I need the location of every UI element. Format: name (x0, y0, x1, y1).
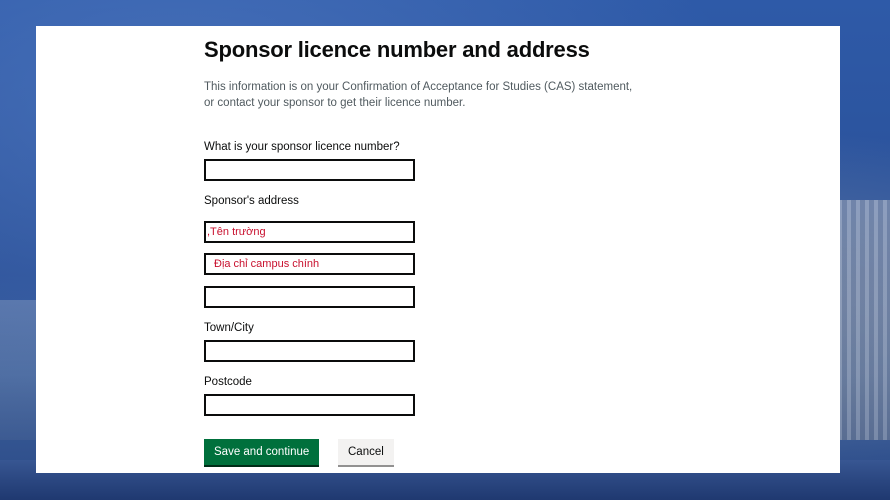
background-building (838, 200, 890, 440)
postcode-input[interactable] (204, 394, 415, 416)
licence-number-label: What is your sponsor licence number? (204, 141, 400, 153)
page-title: Sponsor licence number and address (204, 37, 590, 62)
address-line-1-input[interactable]: ,Tên trường (204, 221, 415, 243)
town-city-label: Town/City (204, 322, 254, 334)
address-line-3-input[interactable] (204, 286, 415, 308)
address-label: Sponsor's address (204, 195, 299, 207)
town-city-input[interactable] (204, 340, 415, 362)
hint-line-1: This information is on your Confirmation… (204, 81, 633, 93)
background-image-left (0, 300, 40, 440)
cancel-button[interactable]: Cancel (338, 439, 394, 465)
hint-line-2: or contact your sponsor to get their lic… (204, 97, 466, 109)
address-line-2-input[interactable]: Địa chỉ campus chính (204, 253, 415, 275)
save-and-continue-button[interactable]: Save and continue (204, 439, 320, 465)
hint-text: This information is on your Confirmation… (204, 79, 684, 111)
licence-number-input[interactable] (204, 159, 415, 181)
form-panel: Sponsor licence number and address This … (36, 26, 840, 473)
postcode-label: Postcode (204, 376, 252, 388)
